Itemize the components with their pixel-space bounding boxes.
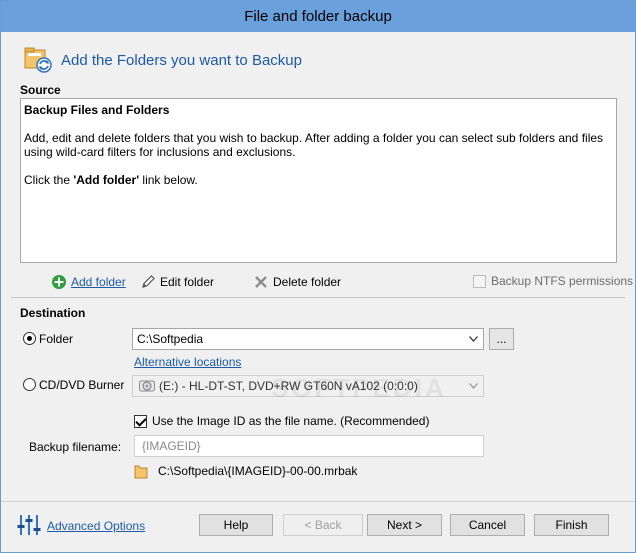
pencil-icon xyxy=(142,275,155,288)
ntfs-checkbox-label: Backup NTFS permissions xyxy=(491,274,634,288)
chevron-down-icon xyxy=(469,336,478,342)
ntfs-permissions-checkbox[interactable]: Backup NTFS permissions xyxy=(473,274,633,290)
window-title: File and folder backup xyxy=(1,1,635,32)
folder-path-combo[interactable]: C:\Softpedia xyxy=(132,328,484,350)
section-divider xyxy=(11,297,625,298)
cancel-button[interactable]: Cancel xyxy=(450,514,525,536)
source-info-box: Backup Files and Folders Add, edit and d… xyxy=(20,98,617,263)
folder-radio[interactable] xyxy=(23,332,36,345)
instruction-suffix: link below. xyxy=(139,173,198,187)
backup-window: File and folder backup Add the Folders y… xyxy=(0,0,636,553)
cd-dvd-radio[interactable] xyxy=(23,378,36,391)
next-button[interactable]: Next > xyxy=(367,514,442,536)
backup-filename-input[interactable]: {IMAGEID} xyxy=(134,435,484,457)
alternative-locations-link[interactable]: Alternative locations xyxy=(134,355,241,369)
full-path-text: C:\Softpedia\{IMAGEID}-00-00.mrbak xyxy=(158,464,358,478)
use-image-id-label: Use the Image ID as the file name. (Reco… xyxy=(152,414,430,428)
edit-folder-label: Edit folder xyxy=(160,275,215,289)
browse-button[interactable]: ... xyxy=(489,328,514,350)
source-instruction: Click the 'Add folder' link below. xyxy=(24,173,613,187)
optical-drive-icon xyxy=(139,380,155,392)
add-folder-label[interactable]: Add folder xyxy=(71,274,126,290)
instruction-prefix: Click the xyxy=(24,173,74,187)
ntfs-checkbox-box[interactable] xyxy=(473,275,486,288)
help-button[interactable]: Help xyxy=(199,514,273,536)
cd-dvd-radio-label: CD/DVD Burner xyxy=(39,378,125,392)
finish-button[interactable]: Finish xyxy=(534,514,609,536)
sliders-icon[interactable] xyxy=(17,513,41,537)
watermark-text: SOFTPEDIA xyxy=(271,373,447,403)
back-button[interactable]: < Back xyxy=(283,514,363,536)
add-folder-link[interactable]: Add folder xyxy=(51,274,131,292)
chevron-down-icon xyxy=(469,383,478,389)
source-label: Source xyxy=(20,83,61,97)
delete-x-icon xyxy=(255,276,267,288)
delete-folder-button[interactable]: Delete folder xyxy=(253,274,348,292)
use-image-id-box[interactable] xyxy=(134,415,147,428)
delete-folder-label: Delete folder xyxy=(273,275,342,289)
folder-icon xyxy=(134,465,148,479)
destination-label: Destination xyxy=(20,306,86,320)
edit-folder-button[interactable]: Edit folder xyxy=(140,274,220,292)
header: Add the Folders you want to Backup xyxy=(1,32,635,80)
use-image-id-checkbox[interactable]: Use the Image ID as the file name. (Reco… xyxy=(134,414,429,430)
source-paragraph: Add, edit and delete folders that you wi… xyxy=(24,131,604,159)
folder-backup-icon xyxy=(24,47,52,73)
advanced-options-link[interactable]: Advanced Options xyxy=(47,519,145,533)
page-title: Add the Folders you want to Backup xyxy=(61,52,302,69)
instruction-bold: 'Add folder' xyxy=(73,173,140,187)
source-heading: Backup Files and Folders xyxy=(24,103,170,117)
backup-filename-label: Backup filename: xyxy=(29,440,122,454)
add-icon xyxy=(52,275,66,289)
folder-radio-label: Folder xyxy=(39,332,74,346)
folder-path-value: C:\Softpedia xyxy=(137,332,204,346)
